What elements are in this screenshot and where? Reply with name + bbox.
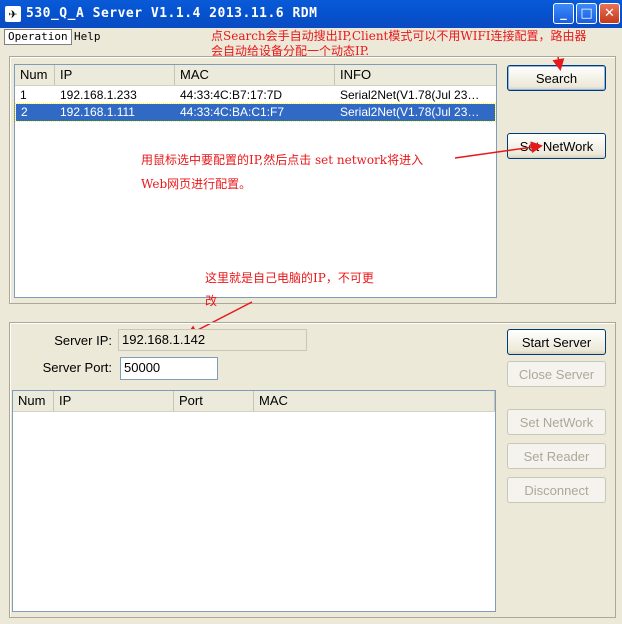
server-ip-label: Server IP: <box>54 333 112 348</box>
server-port-label: Server Port: <box>42 360 112 375</box>
set-network-client-button[interactable]: Set NetWork <box>507 409 606 435</box>
set-network-arrow <box>454 141 543 159</box>
set-reader-button[interactable]: Set Reader <box>507 443 606 469</box>
search-arrow <box>552 56 565 71</box>
server-ip-field: 192.168.1.142 <box>118 329 307 351</box>
close-server-button[interactable]: Close Server <box>507 361 606 387</box>
start-server-button[interactable]: Start Server <box>507 329 606 355</box>
column-num[interactable]: Num <box>13 391 54 411</box>
column-port[interactable]: Port <box>174 391 254 411</box>
client-list[interactable]: Num IP Port MAC <box>12 390 496 612</box>
column-ip[interactable]: IP <box>54 391 174 411</box>
client-list-header: Num IP Port MAC <box>13 391 495 412</box>
column-mac[interactable]: MAC <box>254 391 495 411</box>
server-port-input[interactable]: 50000 <box>120 357 218 380</box>
disconnect-button[interactable]: Disconnect <box>507 477 606 503</box>
